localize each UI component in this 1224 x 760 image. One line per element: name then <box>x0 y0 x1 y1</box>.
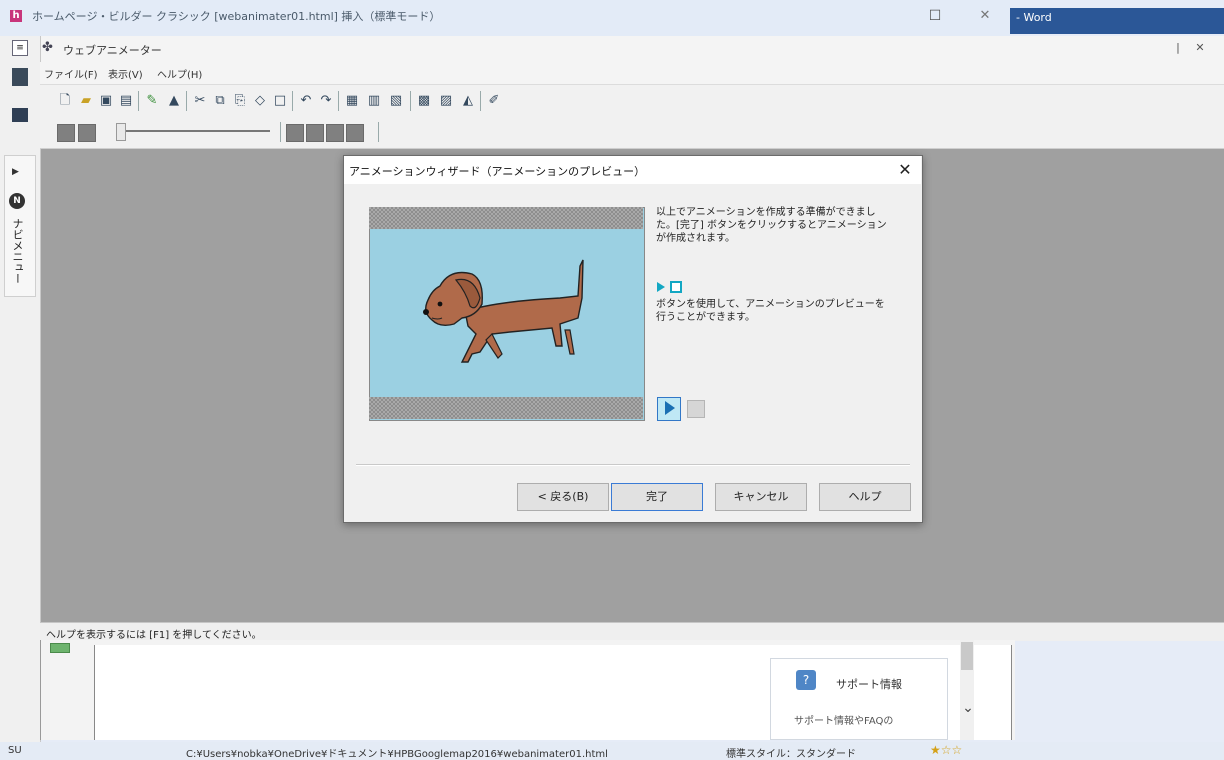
menu-file[interactable]: ファイル(F) <box>44 66 98 81</box>
background-status-bar <box>0 742 1224 760</box>
timeline-slider[interactable] <box>120 130 270 132</box>
toolbar-separator <box>138 91 139 111</box>
last-frame-icon[interactable] <box>346 124 364 142</box>
save-as-icon[interactable]: ▤ <box>118 93 134 109</box>
support-subtitle: サポート情報やFAQの <box>794 716 894 727</box>
toolbar-separator <box>378 122 379 142</box>
timeline-slider-thumb[interactable] <box>116 123 126 141</box>
clear-icon[interactable]: ◇ <box>252 93 268 109</box>
preview-stop-button[interactable] <box>687 400 705 418</box>
undo-icon[interactable]: ↶ <box>298 93 314 109</box>
status-help-text: ヘルプを表示するには [F1] を押してください。 <box>46 630 262 641</box>
new-file-icon[interactable]: 🗋 <box>57 93 73 109</box>
wizard-icon[interactable]: ▩ <box>416 93 432 109</box>
animator-close-button[interactable]: ✕ <box>1190 38 1210 58</box>
export-icon[interactable]: ▲ <box>166 93 182 109</box>
menu-help[interactable]: ヘルプ(H) <box>157 66 202 81</box>
chevron-down-icon[interactable]: ⌄ <box>955 700 981 720</box>
open-folder-icon[interactable]: ▰ <box>78 93 94 109</box>
dialog-title: アニメーションウィザード（アニメーションのプレビュー） <box>349 165 646 178</box>
rating-stars-icon[interactable]: ★☆☆ <box>930 743 962 757</box>
outer-close-button[interactable]: ✕ <box>975 6 995 26</box>
scrollbar-thumb[interactable] <box>961 642 973 670</box>
expand-arrow-icon[interactable]: ▶ <box>12 167 19 177</box>
preview-border-bottom <box>369 397 643 419</box>
outer-window-title: ホームページ・ビルダー クラシック [webanimater01.html] 挿… <box>32 10 441 23</box>
copy-icon[interactable]: ⧉ <box>212 93 228 109</box>
menu-bar <box>40 62 1224 84</box>
status-file-path: C:¥Users¥nobka¥OneDrive¥ドキュメント¥HPBGoogle… <box>186 749 608 760</box>
navi-n-icon: N <box>9 193 25 209</box>
status-user: SU <box>8 745 22 756</box>
cancel-button[interactable]: キャンセル <box>715 483 807 511</box>
next-frame-icon[interactable] <box>326 124 344 142</box>
toolbar-separator <box>338 91 339 111</box>
support-info-icon: ? <box>796 670 816 690</box>
table-icon[interactable] <box>50 643 70 653</box>
dachshund-image <box>423 259 584 363</box>
animator-minimize-button[interactable]: | <box>1168 38 1188 58</box>
toolbar-separator <box>410 91 411 111</box>
toolbar-separator <box>280 122 281 142</box>
properties-icon[interactable]: ▦ <box>344 93 360 109</box>
prev-frame-icon[interactable] <box>78 124 96 142</box>
homepage-builder-app-icon: h <box>10 10 22 22</box>
cut-icon[interactable]: ✂ <box>192 93 208 109</box>
back-button[interactable]: < 戻る(B) <box>517 483 609 511</box>
left-sidebar <box>0 36 41 760</box>
play-icon[interactable] <box>665 401 675 415</box>
stop-icon[interactable] <box>306 124 324 142</box>
select-all-icon[interactable]: □ <box>272 93 288 109</box>
help-button[interactable]: ヘルプ <box>819 483 911 511</box>
status-style: 標準スタイル：スタンダード <box>726 749 856 760</box>
stop-legend-icon <box>670 281 682 293</box>
play-icon[interactable] <box>286 124 304 142</box>
frame-settings-icon[interactable]: ▧ <box>388 93 404 109</box>
draw-icon[interactable]: ✐ <box>486 93 502 109</box>
save-icon[interactable]: ▣ <box>98 93 114 109</box>
page-view-icon[interactable]: ≡ <box>12 40 28 56</box>
play-legend-icon <box>657 282 665 292</box>
word-window-title: - Word <box>1016 11 1052 24</box>
wizard-description-2: ボタンを使用して、アニメーションのプレビューを行うことができます。 <box>656 299 885 323</box>
effect-icon[interactable]: ◭ <box>460 93 476 109</box>
toolbar-separator <box>480 91 481 111</box>
document-icon[interactable] <box>12 68 28 86</box>
folder-icon[interactable] <box>12 108 28 122</box>
toolbar-separator <box>292 91 293 111</box>
import-icon[interactable]: ✎ <box>144 93 160 109</box>
redo-icon[interactable]: ↷ <box>318 93 334 109</box>
paste-icon[interactable]: ⎘ <box>232 93 248 109</box>
web-animator-app-icon: ✤ <box>42 40 53 55</box>
navi-menu-label: ナビメニュー <box>11 218 24 284</box>
toolbar-separator <box>186 91 187 111</box>
menu-view[interactable]: 表示(V) <box>108 66 143 81</box>
image-icon[interactable]: ▨ <box>438 93 454 109</box>
support-title: サポート情報 <box>836 678 902 691</box>
animator-window-title: ウェブアニメーター <box>63 44 162 57</box>
preview-border-top <box>369 207 643 229</box>
dialog-divider <box>356 464 910 466</box>
first-frame-icon[interactable] <box>57 124 75 142</box>
finish-button[interactable]: 完了 <box>611 483 703 511</box>
frame-toolbar <box>40 118 1224 149</box>
frame-icon[interactable]: ▥ <box>366 93 382 109</box>
outer-minimize-button[interactable]: ☐ <box>925 6 945 26</box>
dialog-close-button[interactable]: ✕ <box>893 158 917 182</box>
wizard-description-1: 以上でアニメーションを作成する準備ができました。[完了] ボタンをクリックすると… <box>656 207 887 244</box>
animator-titlebar <box>0 36 1224 62</box>
